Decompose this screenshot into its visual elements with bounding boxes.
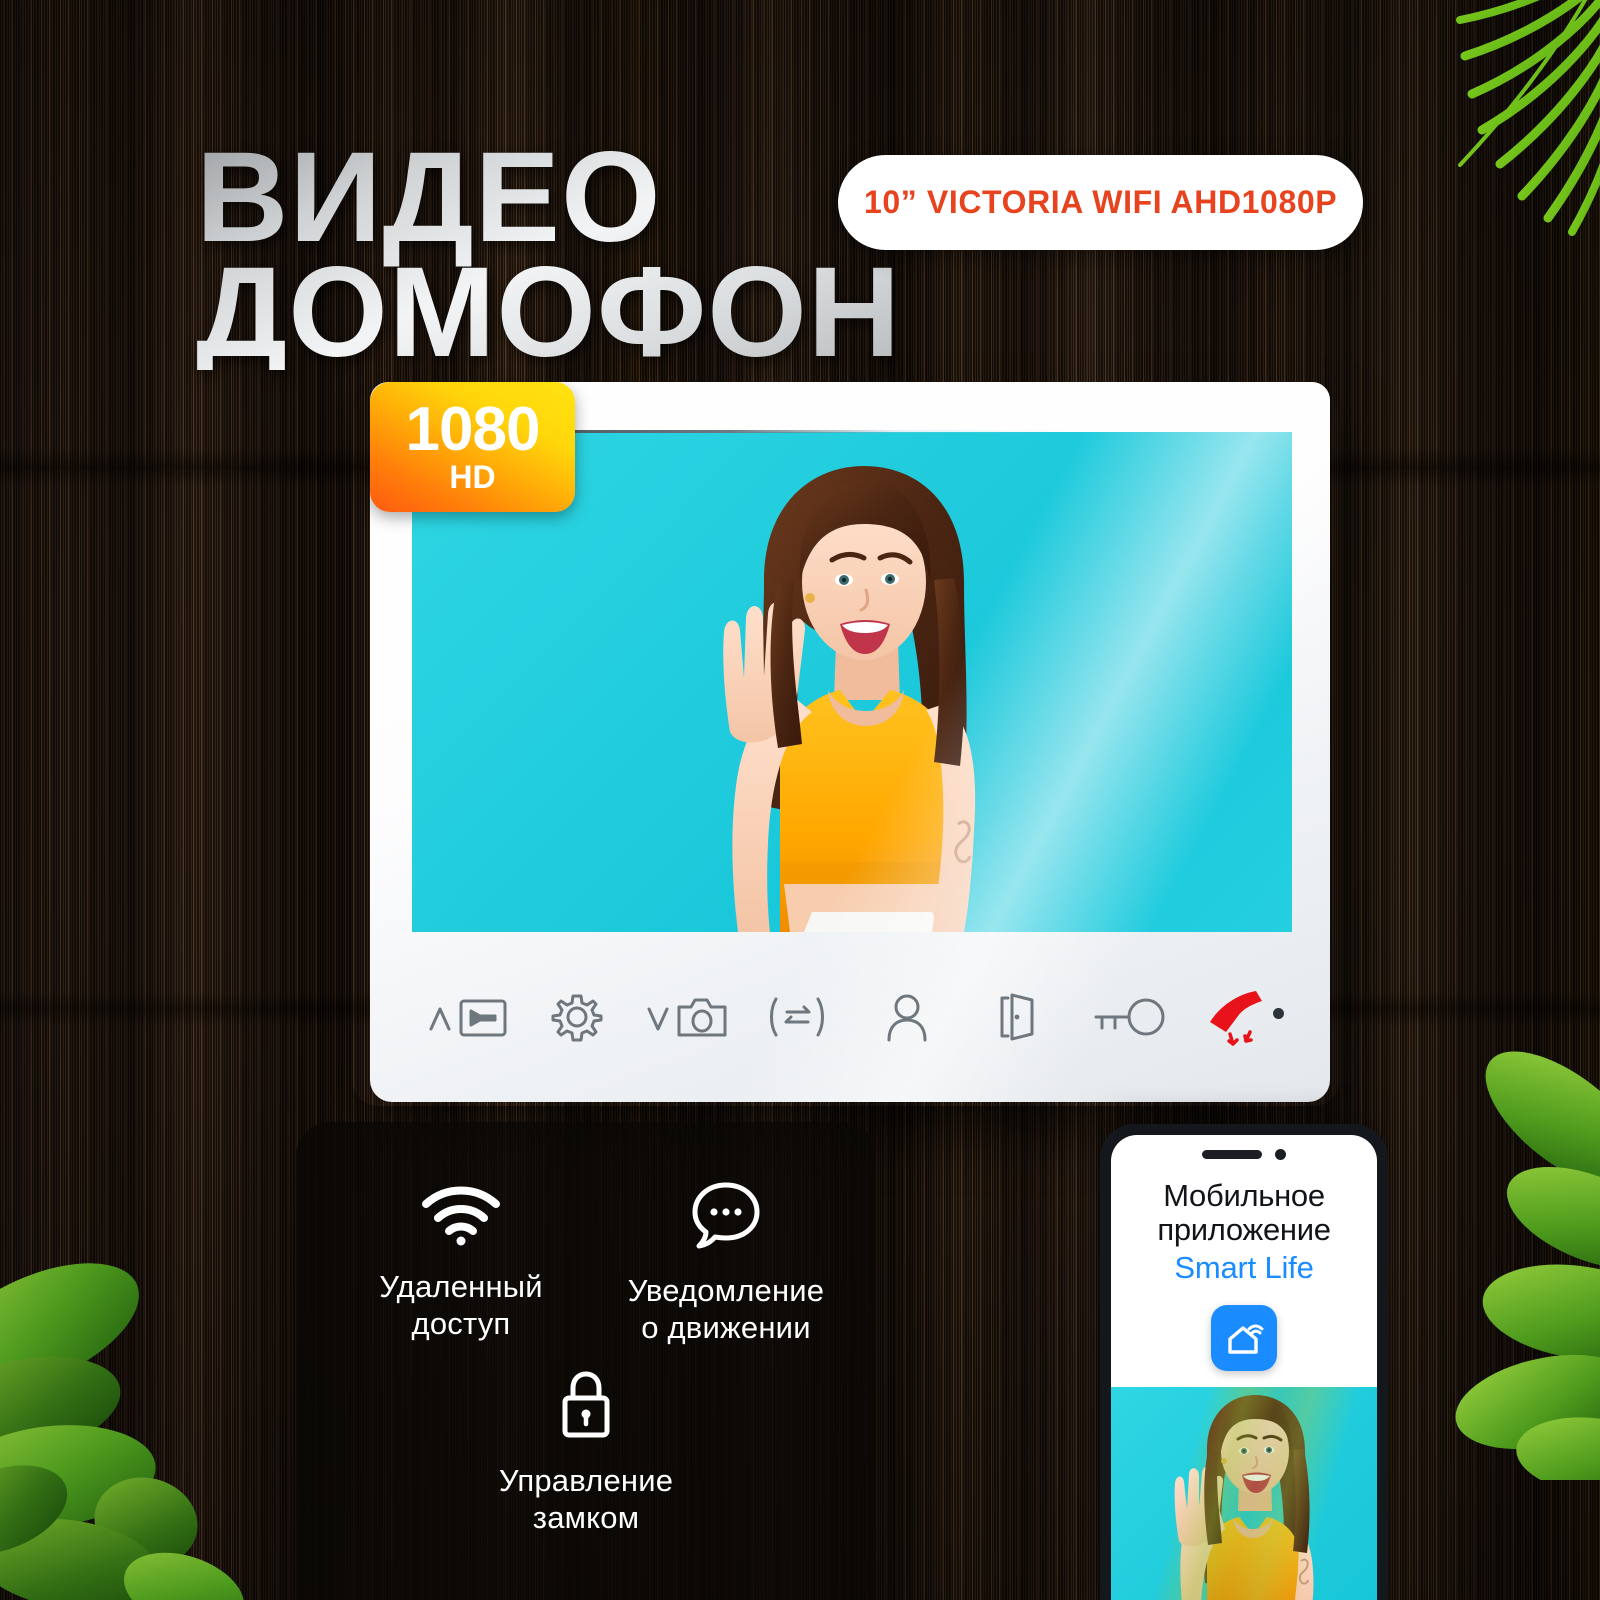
padlock-icon <box>557 1370 615 1445</box>
switch-button[interactable] <box>742 962 852 1072</box>
feature-remote-access: Удаленный доступ <box>316 1180 606 1342</box>
page-title-line-2: ДОМОФОН <box>196 241 902 385</box>
model-badge-label: 10” VICTORIA WIFI AHD1080P <box>864 184 1338 220</box>
feature-remote-access-label: Удаленный доступ <box>379 1269 543 1341</box>
status-led-indicator <box>1273 1008 1284 1019</box>
lock-button[interactable] <box>1072 962 1182 1072</box>
page-title: ВИДЕО ДОМОФОН <box>196 140 936 370</box>
product-banner: ВИДЕО ДОМОФОН 10” VICTORIA WIFI AHD1080P <box>0 0 1600 1600</box>
monitor-button-row <box>412 962 1292 1072</box>
feature-lock-control: Управление замком <box>426 1370 746 1536</box>
wifi-icon <box>418 1180 504 1251</box>
phone-mockup: Мобильное приложение Smart Life <box>1100 1124 1388 1600</box>
resolution-badge-number: 1080 <box>405 394 541 464</box>
settings-button[interactable] <box>522 962 632 1072</box>
photo-down-button[interactable] <box>632 962 742 1072</box>
page-title-line-1: ВИДЕО <box>196 126 662 269</box>
phone-app-title: Мобильное приложение <box>1157 1178 1331 1248</box>
resolution-badge: 1080 HD <box>370 382 575 512</box>
front-camera-icon <box>1275 1149 1286 1160</box>
video-up-button[interactable] <box>412 962 522 1072</box>
resolution-badge-suffix: HD <box>449 459 496 496</box>
phone-notch <box>1202 1149 1286 1160</box>
feature-motion-notification: Уведомление о движении <box>576 1180 876 1346</box>
smart-life-app-icon[interactable] <box>1211 1305 1277 1371</box>
contact-button[interactable] <box>852 962 962 1072</box>
feature-motion-notification-label: Уведомление о движении <box>627 1273 825 1345</box>
feature-lock-control-label: Управление замком <box>498 1463 674 1535</box>
model-badge: 10” VICTORIA WIFI AHD1080P <box>838 155 1364 250</box>
phone-screen: Мобильное приложение Smart Life <box>1111 1135 1377 1600</box>
earpiece-speaker-icon <box>1202 1150 1262 1159</box>
phone-video-feed <box>1111 1387 1377 1600</box>
door-button[interactable] <box>962 962 1072 1072</box>
features-panel: Удаленный доступ Уведомление о движении <box>296 1122 876 1600</box>
chat-bubble-icon <box>690 1180 762 1255</box>
phone-app-name: Smart Life <box>1174 1250 1314 1286</box>
phone-app-text: Мобильное приложение Smart Life <box>1111 1178 1377 1286</box>
phone-visitor-image <box>1174 1395 1314 1600</box>
plant-leaves-bottom-left <box>0 1263 245 1600</box>
